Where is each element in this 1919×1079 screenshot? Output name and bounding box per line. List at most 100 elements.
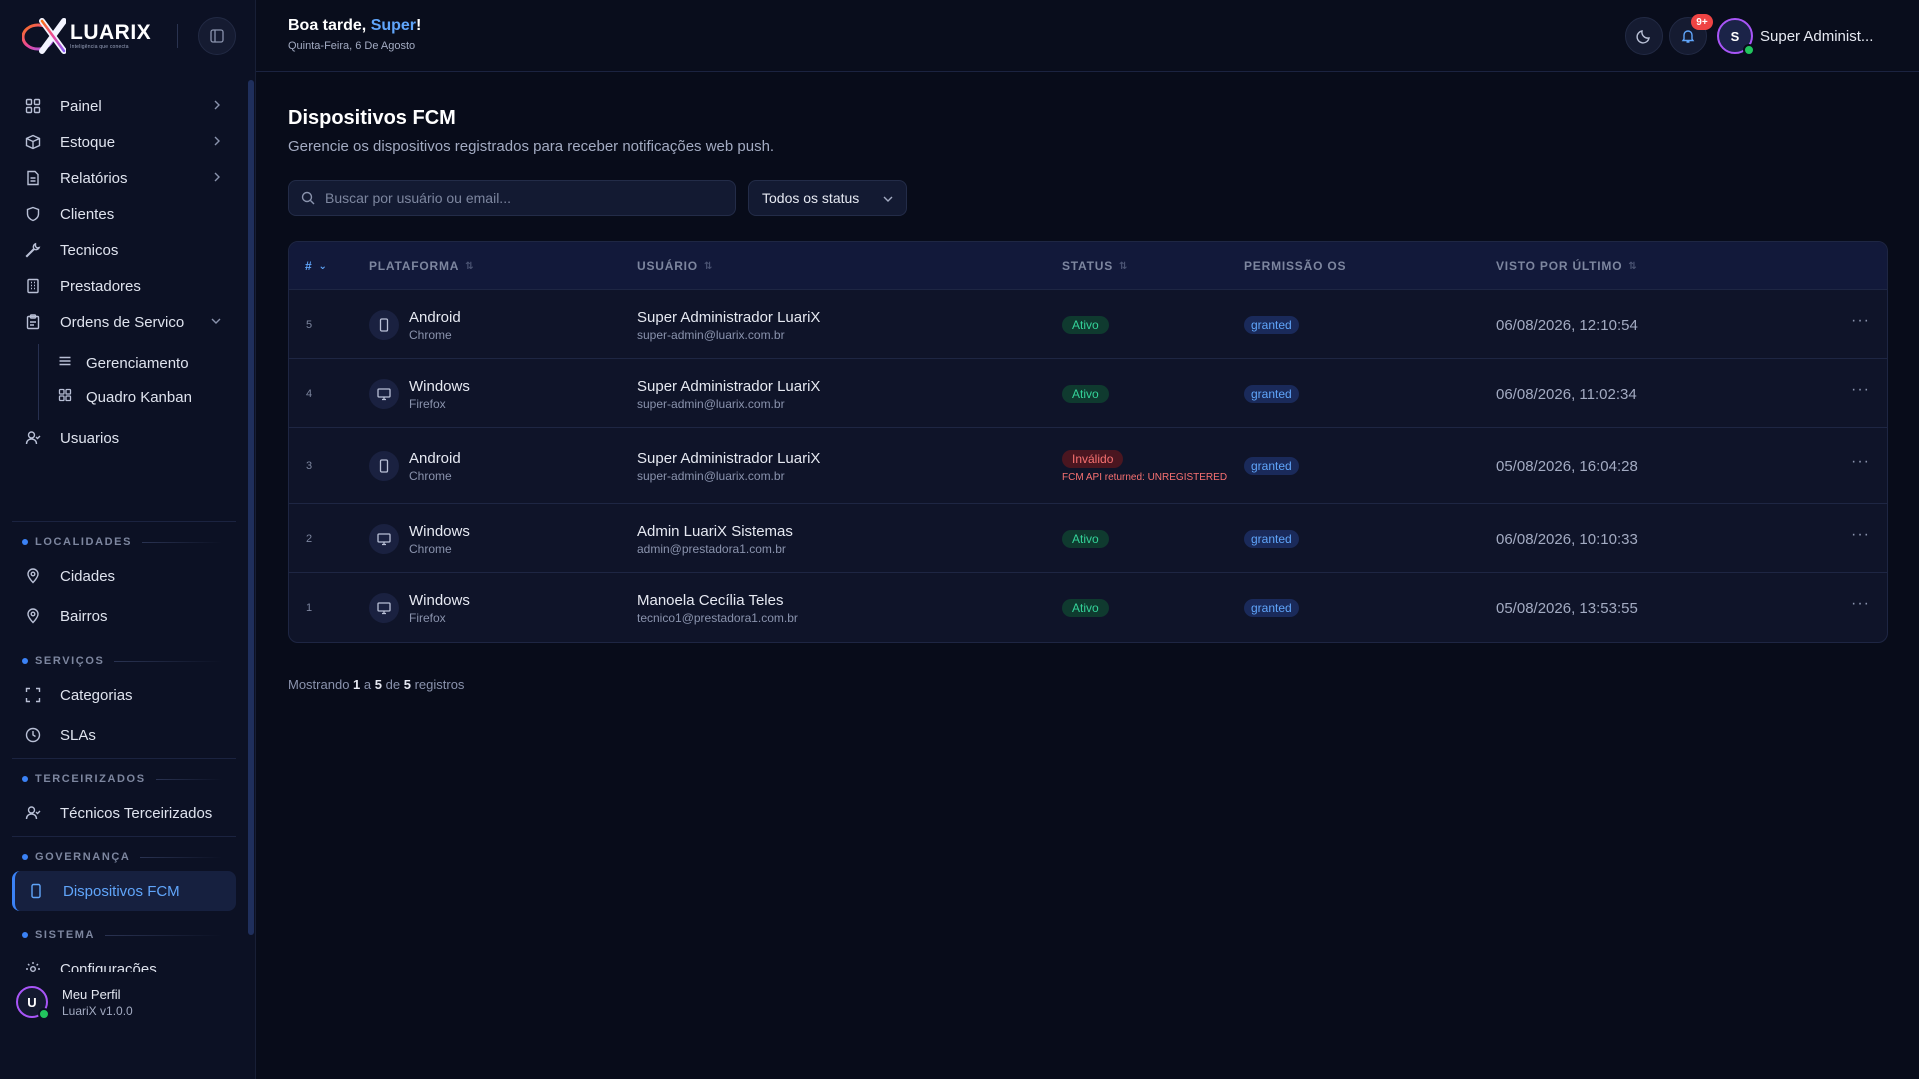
pagination-info: Mostrando 1 a 5 de 5 registros: [288, 677, 464, 692]
sidebar-item-tecnicos[interactable]: Tecnicos: [12, 230, 236, 270]
greeting-name: Super: [370, 17, 417, 34]
browser-name: Chrome: [409, 542, 452, 556]
sidebar-item-label: Bairros: [60, 607, 108, 625]
profile-menu[interactable]: U Meu Perfil LuariX v1.0.0: [0, 972, 256, 1032]
section-dot: [22, 776, 28, 782]
section-rule: [114, 660, 222, 662]
sidebar-item-categorias[interactable]: Categorias: [12, 675, 236, 715]
pagination-to: 5: [374, 677, 382, 692]
pagination-de: de: [385, 677, 401, 692]
column-header-visto-por-ultimo[interactable]: VISTO POR ÚLTIMO ⇅: [1496, 259, 1638, 273]
user-avatar[interactable]: S: [1717, 18, 1755, 56]
table-row[interactable]: 5 Android Chrome Super Administrador LuariX…: [289, 290, 1887, 359]
column-header-status[interactable]: STATUS ⇅: [1062, 259, 1128, 273]
sidebar-scrollbar-thumb[interactable]: [248, 80, 254, 935]
section-title: GOVERNANÇA: [35, 851, 131, 863]
column-header-plataforma[interactable]: PLATAFORMA ⇅: [369, 259, 474, 273]
table-row[interactable]: 2 Windows Chrome Admin LuariX Sistemas admin…: [289, 504, 1887, 573]
status-badge: Ativo: [1062, 530, 1109, 548]
map-pin-icon: [24, 607, 42, 625]
sidebar-item-label: Relatórios: [60, 169, 128, 187]
sidebar-item-painel[interactable]: Painel: [12, 86, 236, 126]
section-title: SERVIÇOS: [35, 655, 105, 667]
sidebar-item-dispositivos-fcm[interactable]: Dispositivos FCM: [12, 871, 236, 911]
sidebar-item-label: Cidades: [60, 567, 116, 585]
sidebar-item-slas[interactable]: SLAs: [12, 715, 236, 755]
row-actions-button[interactable]: ···: [1851, 453, 1870, 471]
sidebar-item-estoque[interactable]: Estoque: [12, 122, 236, 162]
table-row[interactable]: 4 Windows Firefox Super Administrador Luari…: [289, 359, 1887, 428]
section-dot: [22, 854, 28, 860]
sidebar-item-label: Estoque: [60, 133, 116, 151]
avatar-initial: U: [27, 994, 37, 1010]
browser-name: Chrome: [409, 328, 452, 342]
platform-name: Android: [409, 450, 461, 467]
greeting-prefix: Boa tarde,: [288, 17, 371, 34]
expand-icon: [24, 686, 42, 704]
row-actions-button[interactable]: ···: [1851, 595, 1870, 613]
section-header-terceirizados: TERCEIRIZADOS: [22, 771, 222, 787]
greeting-suffix: !: [416, 17, 422, 34]
section-rule: [105, 934, 222, 936]
sidebar-subitem-quadro-kanban[interactable]: Quadro Kanban: [36, 378, 236, 416]
section-header-sistema: SISTEMA: [22, 927, 222, 943]
phone-icon: [369, 451, 399, 481]
sidebar-subitem-label: Quadro Kanban: [86, 388, 192, 406]
chevron-right-icon: [212, 170, 222, 188]
sidebar-item-relatorios[interactable]: Relatórios: [12, 158, 236, 198]
row-actions-button[interactable]: ···: [1851, 312, 1870, 330]
page-title: Dispositivos FCM: [288, 107, 456, 129]
sort-icon: ⇅: [1628, 260, 1638, 272]
list-icon: [58, 354, 72, 372]
column-header-id[interactable]: # ⌄: [305, 259, 328, 273]
column-header-permissao: PERMISSÃO OS: [1244, 259, 1346, 273]
column-label: #: [305, 259, 313, 273]
shield-icon: [24, 205, 42, 223]
section-dot: [22, 932, 28, 938]
user-name: Admin LuariX Sistemas: [637, 523, 793, 540]
sidebar-item-usuarios[interactable]: Usuarios: [12, 418, 236, 458]
pagination-suffix: registros: [414, 677, 465, 692]
chevron-right-icon: [212, 134, 222, 152]
chevron-right-icon: [212, 98, 222, 116]
platform-name: Windows: [409, 592, 470, 609]
theme-toggle-button[interactable]: [1625, 17, 1663, 55]
last-seen: 05/08/2026, 13:53:55: [1496, 600, 1638, 617]
row-actions-button[interactable]: ···: [1851, 526, 1870, 544]
sidebar-item-prestadores[interactable]: Prestadores: [12, 266, 236, 306]
collapse-sidebar-button[interactable]: [198, 17, 236, 55]
sidebar-item-configuracoes[interactable]: Configurações: [12, 949, 236, 972]
user-name[interactable]: Super Administ...: [1760, 28, 1873, 45]
pagination-total: 5: [403, 677, 411, 692]
sidebar-item-clientes[interactable]: Clientes: [12, 194, 236, 234]
sidebar-item-label: SLAs: [60, 726, 96, 744]
column-header-usuario[interactable]: USUÁRIO ⇅: [637, 259, 713, 273]
search-input[interactable]: [325, 190, 725, 206]
row-id: 5: [306, 319, 313, 331]
row-actions-button[interactable]: ···: [1851, 381, 1870, 399]
search-icon: [301, 191, 315, 205]
sidebar-item-tecnicos-terceirizados[interactable]: Técnicos Terceirizados: [12, 793, 236, 833]
page-subtitle: Gerencie os dispositivos registrados par…: [288, 138, 775, 155]
sidebar-item-bairros[interactable]: Bairros: [12, 596, 236, 636]
top-header: Boa tarde, Super! Quinta-Feira, 6 De Ago…: [256, 0, 1919, 72]
table-row[interactable]: 1 Windows Firefox Manoela Cecília Teles tecn…: [289, 573, 1887, 642]
user-name: Manoela Cecília Teles: [637, 592, 784, 609]
moon-icon: [1636, 30, 1650, 44]
section-dot: [22, 658, 28, 664]
user-name: Super Administrador LuariX: [637, 450, 821, 467]
more-horizontal-icon: ···: [1851, 453, 1870, 470]
status-filter-select[interactable]: Todos os status: [748, 180, 907, 216]
greeting: Boa tarde, Super!: [288, 17, 421, 35]
section-title: SISTEMA: [35, 929, 96, 941]
status-badge: Inválido: [1062, 450, 1124, 468]
sidebar-subitem-gerenciamento[interactable]: Gerenciamento: [36, 344, 236, 382]
table-row[interactable]: 3 Android Chrome Super Administrador LuariX…: [289, 428, 1887, 504]
status-badge: Ativo: [1062, 385, 1109, 403]
sidebar-item-cidades[interactable]: Cidades: [12, 556, 236, 596]
phone-icon: [27, 882, 45, 900]
section-rule: [142, 541, 222, 543]
more-horizontal-icon: ···: [1851, 526, 1870, 543]
search-box[interactable]: [288, 180, 736, 216]
sidebar-item-ordens-de-servico[interactable]: Ordens de Servico: [12, 302, 236, 342]
